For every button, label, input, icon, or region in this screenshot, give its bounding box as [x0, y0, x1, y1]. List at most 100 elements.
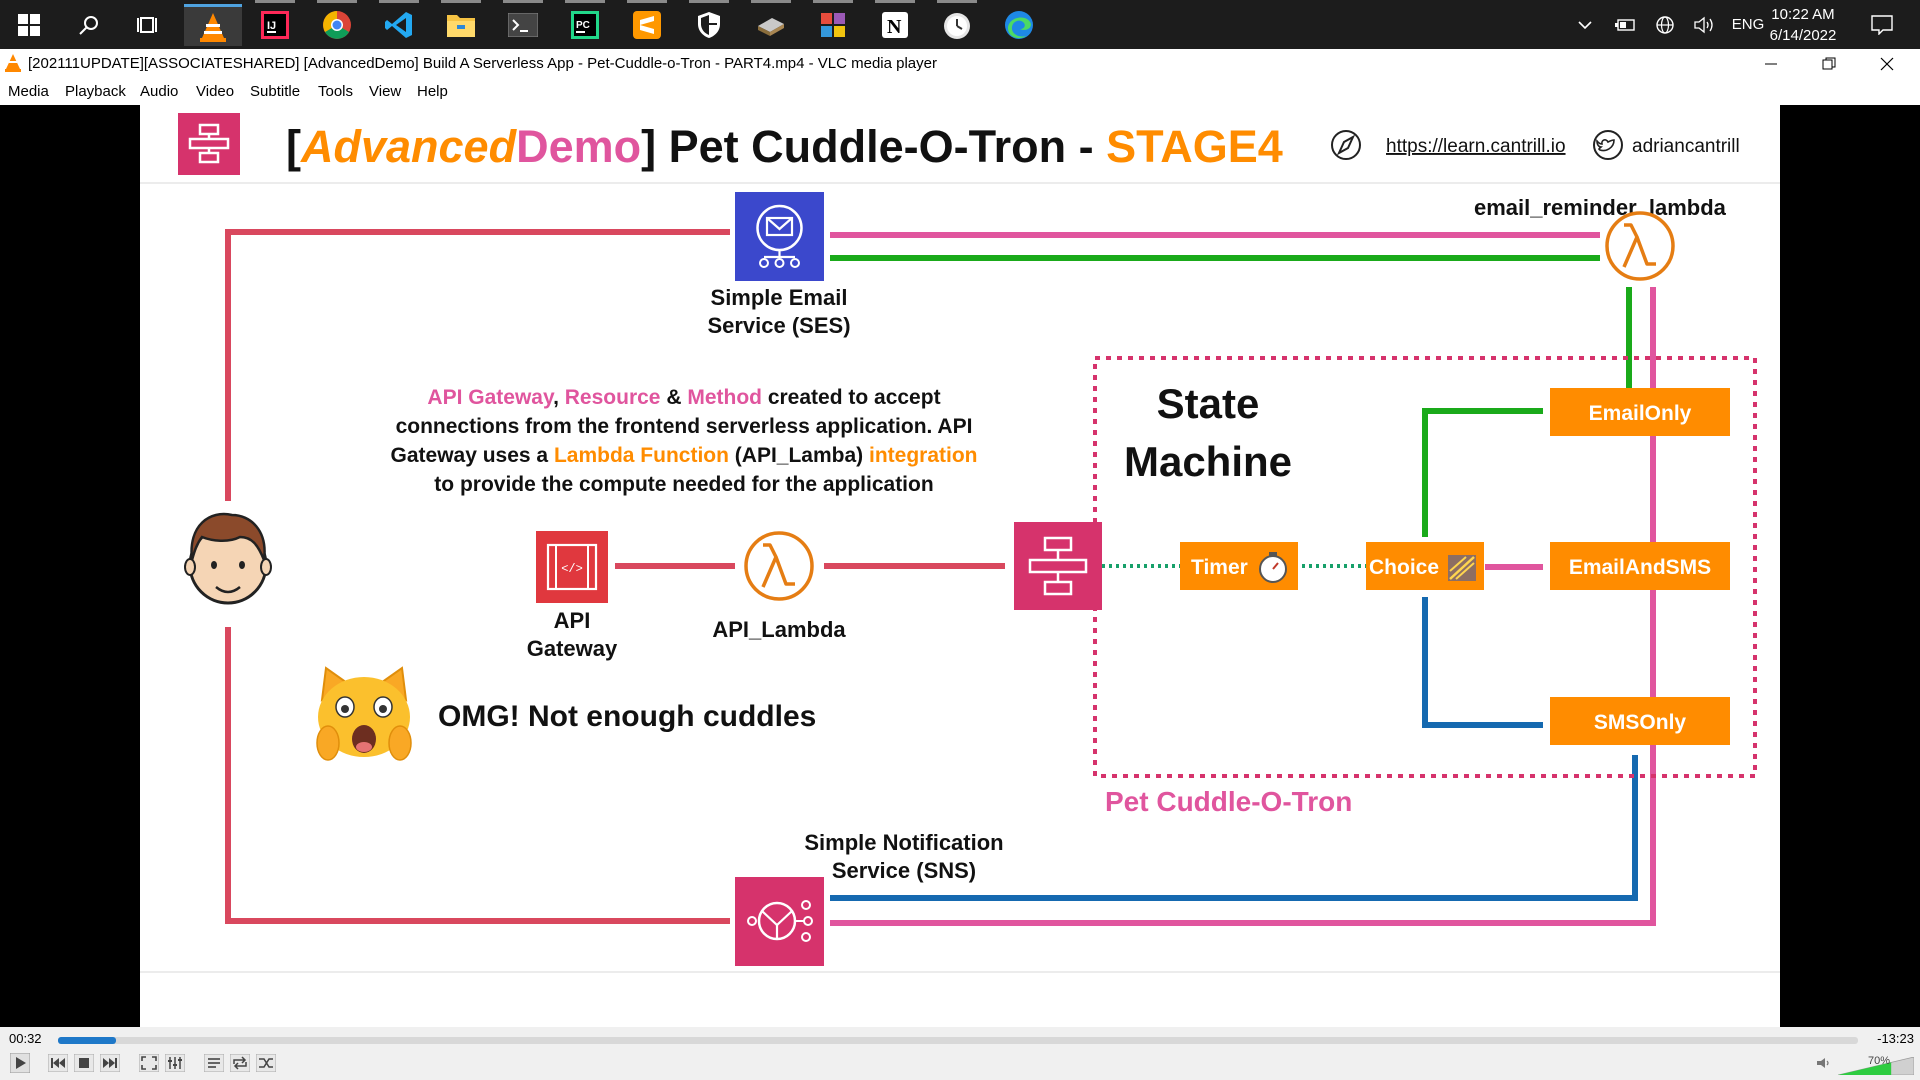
search-icon[interactable] — [60, 4, 118, 46]
api-lambda-label: API_Lambda — [712, 617, 846, 642]
stop-button[interactable] — [72, 1051, 96, 1075]
emailonly-label: EmailOnly — [1589, 402, 1692, 425]
seek-bar-progress — [58, 1037, 116, 1044]
previous-button[interactable] — [46, 1051, 70, 1075]
api-gateway-label-line1: API — [554, 608, 591, 633]
remaining-time: -13:23 — [1877, 1031, 1914, 1046]
system-clock[interactable]: 10:22 AM 6/14/2022 — [1758, 4, 1848, 46]
shuffle-button[interactable] — [254, 1051, 278, 1075]
sublime-text-icon[interactable] — [618, 0, 676, 46]
pet-cuddle-o-tron-label: Pet Cuddle-O-Tron — [1105, 786, 1352, 817]
omg-text: OMG! Not enough cuddles — [438, 700, 816, 733]
title-advanced: Advanced — [300, 121, 518, 172]
menu-help[interactable]: Help — [417, 83, 448, 100]
clock-time: 10:22 AM — [1771, 6, 1835, 23]
elapsed-time: 00:32 — [9, 1031, 42, 1046]
learn-cantrill-link[interactable]: https://learn.cantrill.io — [1386, 136, 1566, 157]
edge-browser-icon[interactable] — [990, 4, 1048, 46]
user-avatar-icon — [184, 512, 272, 605]
svg-text:N: N — [887, 16, 902, 38]
menu-media[interactable]: Media — [8, 83, 49, 100]
mute-speaker-icon[interactable] — [1814, 1051, 1834, 1075]
choice-to-emailonly-line — [1422, 408, 1543, 537]
slide-title: [AdvancedDemo] Pet Cuddle-O-Tron - STAGE… — [286, 121, 1283, 172]
window-title: [202111UPDATE][ASSOCIATESHARED] [Advance… — [28, 55, 937, 72]
timer-label: Timer — [1191, 556, 1248, 579]
menu-playback[interactable]: Playback — [65, 83, 126, 100]
step-functions-logo-icon — [178, 113, 240, 175]
loop-button[interactable] — [228, 1051, 252, 1075]
globe-network-icon[interactable] — [1650, 0, 1680, 49]
notification-center-icon[interactable] — [1862, 0, 1902, 49]
play-button[interactable] — [6, 1051, 34, 1075]
next-button[interactable] — [98, 1051, 122, 1075]
menu-audio[interactable]: Audio — [140, 83, 178, 100]
title-main: Pet Cuddle-O-Tron - — [656, 121, 1106, 172]
fullscreen-button[interactable] — [137, 1051, 161, 1075]
minimize-button[interactable] — [1742, 49, 1800, 79]
title-bracket-close: ] — [641, 121, 656, 172]
seek-bar[interactable] — [58, 1037, 1858, 1044]
restore-button[interactable] — [1800, 49, 1858, 79]
player-controls: 00:32 -13:23 70% — [0, 1027, 1920, 1080]
title-demo: Demo — [516, 121, 641, 172]
ses-label-line2: Service (SES) — [707, 313, 850, 338]
security-shield-icon[interactable] — [680, 0, 738, 46]
chrome-icon[interactable] — [308, 0, 366, 46]
notion-icon[interactable]: N — [866, 0, 924, 46]
state-machine-label-line2: Machine — [1124, 438, 1292, 485]
email-reminder-lambda-icon — [1605, 211, 1675, 281]
pycharm-icon[interactable]: PC — [556, 0, 614, 46]
choice-label: Choice — [1369, 556, 1439, 579]
menu-view[interactable]: View — [369, 83, 401, 100]
speaker-icon[interactable] — [1690, 0, 1720, 49]
clock-date: 6/14/2022 — [1769, 27, 1837, 44]
desc-line2: connections from the frontend serverless… — [396, 415, 973, 438]
menu-subtitle[interactable]: Subtitle — [250, 83, 300, 100]
twitter-icon — [1593, 130, 1623, 160]
windows-taskbar: IJ PC N ENG 10:22 AM 6/14/2022 — [0, 0, 1920, 49]
ses-icon — [735, 192, 824, 281]
windows-start-icon[interactable] — [0, 4, 58, 46]
extended-settings-button[interactable] — [163, 1051, 187, 1075]
architecture-diagram: [AdvancedDemo] Pet Cuddle-O-Tron - STAGE… — [140, 113, 1780, 973]
chevron-up-icon[interactable] — [1570, 0, 1600, 49]
sns-label-line2: Service (SNS) — [832, 858, 976, 883]
compass-icon — [1331, 130, 1361, 160]
file-explorer-icon[interactable] — [432, 0, 490, 46]
desc-line4: to provide the compute needed for the ap… — [434, 473, 933, 496]
volume-percent: 70% — [1867, 1055, 1890, 1067]
close-button[interactable] — [1858, 49, 1916, 79]
step-functions-icon — [1014, 522, 1102, 610]
email-reminder-lambda-label: email_reminder_lambda — [1474, 195, 1727, 220]
user-to-sns-line — [225, 627, 730, 924]
sns-icon — [735, 877, 824, 966]
svg-text:IJ: IJ — [267, 20, 276, 32]
playlist-button[interactable] — [202, 1051, 226, 1075]
screaming-cat-icon — [316, 666, 412, 761]
battery-icon[interactable] — [1610, 0, 1640, 49]
notebook-app-icon[interactable] — [742, 0, 800, 46]
sns-label-line1: Simple Notification — [804, 830, 1003, 855]
svg-text:PC: PC — [576, 20, 590, 31]
api-gateway-icon: </> — [536, 531, 608, 603]
video-area[interactable]: [AdvancedDemo] Pet Cuddle-O-Tron - STAGE… — [0, 105, 1920, 1027]
choice-to-smsonly-line — [1422, 597, 1543, 728]
task-view-icon[interactable] — [120, 4, 178, 46]
svg-text:</>: </> — [561, 562, 583, 576]
clock-app-icon[interactable] — [928, 0, 986, 46]
vlc-taskbar-icon[interactable] — [184, 4, 242, 46]
colorful-app-icon[interactable] — [804, 0, 862, 46]
intellij-icon[interactable]: IJ — [246, 0, 304, 46]
slide-frame: [AdvancedDemo] Pet Cuddle-O-Tron - STAGE… — [140, 105, 1780, 1027]
vscode-icon[interactable] — [370, 0, 428, 46]
desc-line1: API Gateway, Resource & Method created t… — [427, 386, 940, 409]
menu-bar: Media Playback Audio Video Subtitle Tool… — [0, 79, 1920, 105]
menu-video[interactable]: Video — [196, 83, 234, 100]
terminal-icon[interactable] — [494, 0, 552, 46]
title-stage: STAGE4 — [1106, 121, 1283, 172]
ses-label-line1: Simple Email — [711, 285, 848, 310]
menu-tools[interactable]: Tools — [318, 83, 353, 100]
twitter-handle: adriancantrill — [1632, 136, 1740, 157]
vlc-cone-icon — [5, 54, 21, 72]
